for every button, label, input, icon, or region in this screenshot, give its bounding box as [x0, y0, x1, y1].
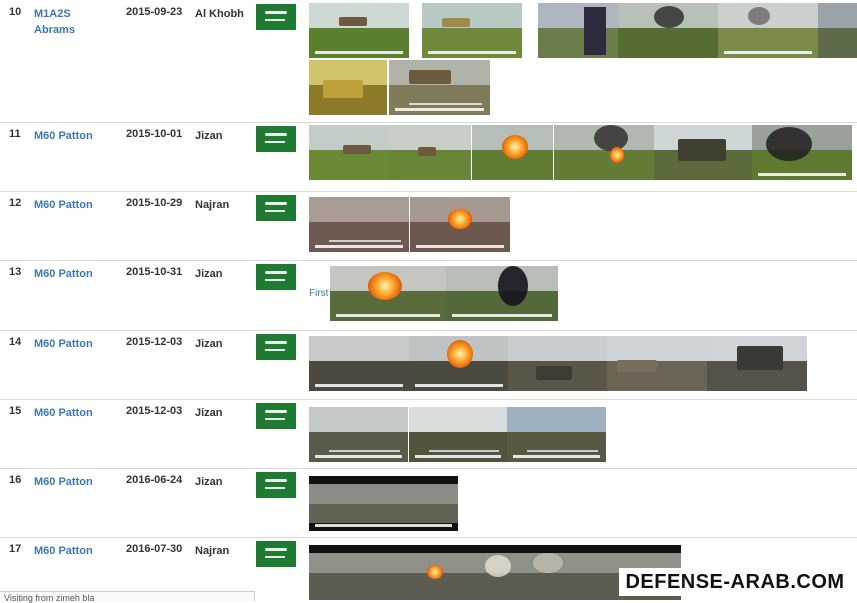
- saudi-flag-icon: [256, 195, 296, 221]
- video-thumbnail[interactable]: [422, 3, 522, 58]
- vehicle-link[interactable]: M60 Patton: [34, 197, 114, 213]
- video-thumbnail[interactable]: [389, 60, 490, 115]
- vehicle-link[interactable]: M60 Patton: [34, 405, 114, 421]
- video-thumbnail[interactable]: [409, 407, 507, 462]
- row-number: 17: [9, 543, 22, 555]
- saudi-flag-icon: [256, 334, 296, 360]
- date-cell: 2015-12-03: [126, 336, 183, 348]
- date-cell: 2015-10-31: [126, 266, 183, 278]
- status-text: Visiting from zimeh bla: [4, 593, 95, 603]
- watermark-logo: DEFENSE-ARAB.COM: [619, 568, 851, 596]
- row-number: 12: [9, 197, 22, 209]
- row-number: 14: [9, 336, 22, 348]
- video-thumbnail[interactable]: [554, 125, 654, 180]
- video-thumbnail[interactable]: [309, 407, 408, 462]
- location-cell: Jizan: [195, 407, 223, 419]
- table-row: 14 M60 Patton 2015-12-03 Jizan: [0, 330, 857, 400]
- video-thumbnail[interactable]: [818, 3, 857, 58]
- table-row: 13 M60 Patton 2015-10-31 Jizan First: [0, 260, 857, 331]
- video-thumbnail[interactable]: [330, 266, 446, 321]
- video-thumbnail[interactable]: [654, 125, 754, 180]
- video-thumbnail[interactable]: [446, 266, 558, 321]
- video-thumbnail[interactable]: [507, 407, 606, 462]
- video-thumbnail[interactable]: [309, 476, 458, 531]
- location-cell: Najran: [195, 199, 230, 211]
- vehicle-link[interactable]: M60 Patton: [34, 474, 114, 490]
- table-row: 10 M1A2S Abrams 2015-09-23 Al Khobh: [0, 0, 857, 123]
- row-number: 13: [9, 266, 22, 278]
- video-thumbnail[interactable]: [618, 3, 718, 58]
- saudi-flag-icon: [256, 472, 296, 498]
- video-thumbnail[interactable]: [409, 336, 509, 391]
- location-cell: Jizan: [195, 338, 223, 350]
- date-cell: 2016-06-24: [126, 474, 183, 486]
- video-thumbnail[interactable]: [472, 125, 553, 180]
- video-thumbnail[interactable]: [752, 125, 852, 180]
- row-number: 10: [9, 6, 22, 18]
- table-row: 12 M60 Patton 2015-10-29 Najran: [0, 191, 857, 261]
- video-thumbnail[interactable]: [607, 336, 707, 391]
- video-thumbnail[interactable]: [508, 336, 608, 391]
- video-thumbnail[interactable]: [718, 3, 818, 58]
- row-number: 15: [9, 405, 22, 417]
- video-thumbnail[interactable]: [538, 3, 618, 58]
- video-thumbnail[interactable]: [309, 336, 409, 391]
- saudi-flag-icon: [256, 403, 296, 429]
- vehicle-link[interactable]: M1A2S Abrams: [34, 6, 114, 38]
- table-row: 11 M60 Patton 2015-10-01 Jizan: [0, 122, 857, 192]
- location-cell: Jizan: [195, 268, 223, 280]
- date-cell: 2015-12-03: [126, 405, 183, 417]
- saudi-flag-icon: [256, 264, 296, 290]
- vehicle-link[interactable]: M60 Patton: [34, 336, 114, 352]
- first-link[interactable]: First: [309, 288, 328, 299]
- vehicle-link[interactable]: M60 Patton: [34, 266, 114, 282]
- location-cell: Jizan: [195, 130, 223, 142]
- location-cell: Al Khobh: [195, 8, 244, 20]
- row-number: 16: [9, 474, 22, 486]
- saudi-flag-icon: [256, 541, 296, 567]
- video-thumbnail[interactable]: [309, 197, 409, 252]
- date-cell: 2015-10-29: [126, 197, 183, 209]
- video-thumbnail[interactable]: [410, 197, 510, 252]
- table-row: 16 M60 Patton 2016-06-24 Jizan: [0, 468, 857, 538]
- row-number: 11: [9, 128, 21, 140]
- vehicle-link[interactable]: M60 Patton: [34, 128, 114, 144]
- video-thumbnail[interactable]: [309, 3, 409, 58]
- vehicle-link[interactable]: M60 Patton: [34, 543, 114, 559]
- location-cell: Jizan: [195, 476, 223, 488]
- date-cell: 2016-07-30: [126, 543, 183, 555]
- saudi-flag-icon: [256, 126, 296, 152]
- date-cell: 2015-09-23: [126, 6, 183, 18]
- date-cell: 2015-10-01: [126, 128, 183, 140]
- video-thumbnail[interactable]: [707, 336, 807, 391]
- video-thumbnail[interactable]: [390, 125, 471, 180]
- saudi-flag-icon: [256, 4, 296, 30]
- table-row: 15 M60 Patton 2015-12-03 Jizan: [0, 399, 857, 469]
- location-cell: Najran: [195, 545, 230, 557]
- video-thumbnail[interactable]: [309, 60, 387, 115]
